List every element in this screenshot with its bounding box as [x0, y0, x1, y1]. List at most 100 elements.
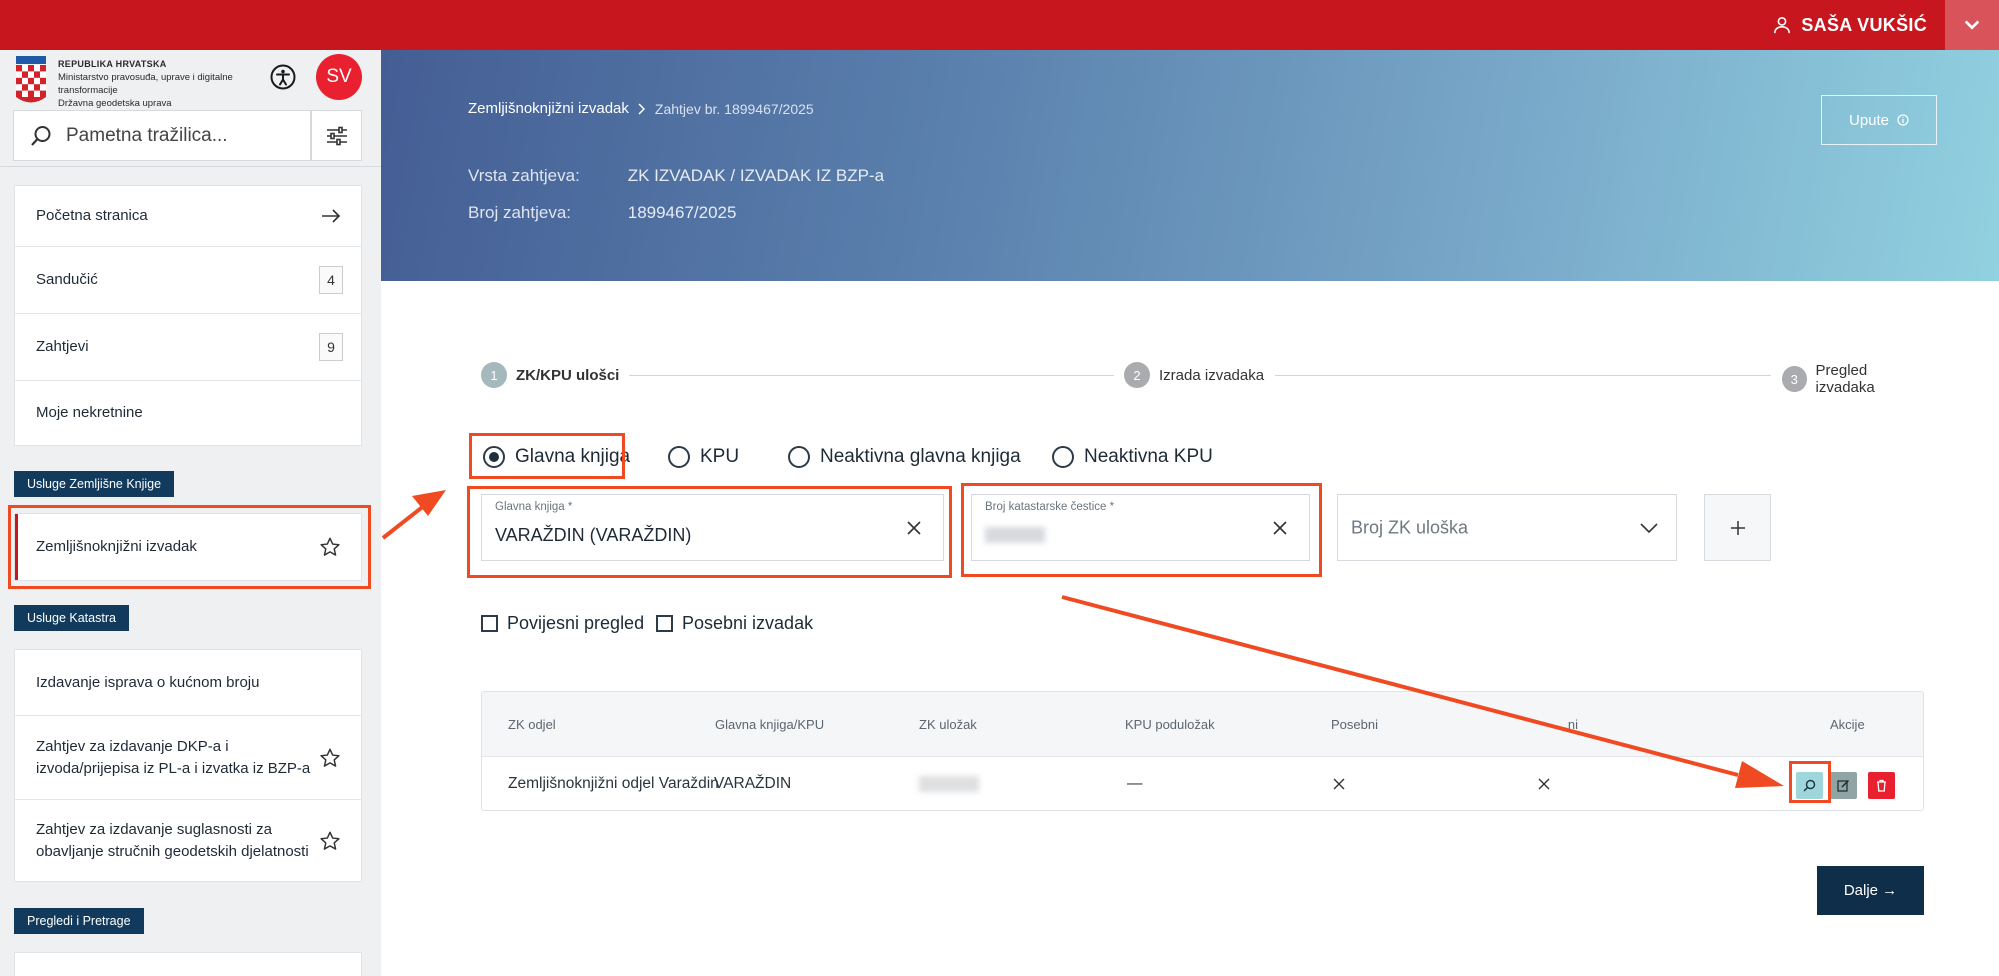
stepper-line: [624, 375, 1114, 376]
nav-katastar: Izdavanje isprava o kućnom broju Zahtjev…: [14, 649, 362, 882]
radio-neaktivna-kpu[interactable]: Neaktivna KPU: [1052, 446, 1213, 468]
close-icon[interactable]: [1273, 520, 1287, 535]
step-number: 1: [481, 362, 507, 388]
step-label: Pregled izvadaka: [1815, 362, 1875, 396]
nav-item-label: Zahtjevi: [36, 338, 89, 355]
next-button[interactable]: Dalje →: [1817, 866, 1924, 915]
info-value: ZK IZVADAK / IZVADAK IZ BZP-a: [627, 166, 885, 185]
search-box[interactable]: [13, 110, 311, 161]
checkbox-povijesni-pregled[interactable]: Povijesni pregled: [481, 613, 644, 634]
radio-label: KPU: [700, 446, 740, 467]
chevron-down-icon: [1964, 20, 1980, 30]
add-button[interactable]: [1704, 494, 1771, 561]
radio-neaktivna-glavna-knjiga[interactable]: Neaktivna glavna knjiga: [788, 446, 1021, 468]
breadcrumb-current: Zahtjev br. 1899467/2025: [654, 100, 814, 117]
ulosci-table: ZK odjel Glavna knjiga/KPU ZK uložak KPU…: [481, 691, 1924, 811]
nav-item-label: Izdavanje isprava o kućnom broju: [36, 673, 260, 691]
user-name: SAŠA VUKŠIĆ: [1801, 14, 1927, 35]
nav-main: Početna stranica Sandučić 4 Zahtjevi 9 M…: [14, 185, 362, 446]
katastarska-cestica-field[interactable]: Broj katastarske čestice *: [971, 494, 1310, 561]
glavna-knjiga-field[interactable]: Glavna knjiga * VARAŽDIN (VARAŽDIN): [481, 494, 944, 561]
avatar[interactable]: SV: [316, 54, 362, 100]
nav-zk: Zemljišnoknjižni izvadak: [14, 513, 362, 581]
brand-line-2: Ministarstvo pravosuđa, uprave i digital…: [58, 72, 233, 96]
page-header: Zemljišnoknjižni izvadak Zahtjev br. 189…: [381, 50, 1999, 281]
stepper: 1 ZK/KPU ulošci 2 Izrada izvadaka 3 Preg…: [481, 362, 1924, 396]
upute-button[interactable]: Upute: [1821, 95, 1937, 145]
close-icon: [1333, 778, 1345, 790]
count-badge: 4: [319, 266, 343, 294]
breadcrumb-root[interactable]: Zemljišnoknjižni izvadak: [468, 100, 629, 117]
section-label-zk: Usluge Zemljišne Knjige: [14, 471, 175, 497]
table-row: Zemljišnoknjižni odjel Varaždin VARAŽDIN…: [482, 757, 1923, 810]
radio-label: Neaktivna glavna knjiga: [820, 446, 1021, 467]
radio-circle: [668, 446, 690, 468]
field-label: Glavna knjiga *: [495, 501, 573, 513]
td-glavna-knjiga: VARAŽDIN: [714, 775, 792, 792]
checkbox-posebni-izvadak[interactable]: Posebni izvadak: [656, 613, 813, 634]
step-number: 3: [1782, 366, 1807, 392]
radio-glavna-knjiga[interactable]: Glavna knjiga: [483, 446, 630, 468]
breadcrumb: Zemljišnoknjižni izvadak Zahtjev br. 189…: [468, 100, 814, 117]
th-kpu-podulozak: KPU poduložak: [1125, 717, 1215, 732]
sliders-icon: [326, 126, 347, 145]
zk-ulozak-select[interactable]: Broj ZK uloška: [1337, 494, 1677, 561]
star-icon[interactable]: [319, 747, 341, 769]
close-icon: [1538, 778, 1550, 790]
th-povijesni: ...ni: [1557, 717, 1578, 732]
stepper-line: [1275, 375, 1771, 376]
chevron-right-icon: [638, 102, 645, 115]
step-label: ZK/KPU ulošci: [516, 366, 620, 384]
coat-of-arms-icon: [16, 56, 46, 103]
view-button[interactable]: [1796, 772, 1823, 799]
search-input[interactable]: [66, 124, 296, 147]
info-broj: Broj zahtjeva: 1899467/2025: [468, 203, 736, 223]
field-value: VARAŽDIN (VARAŽDIN): [495, 525, 692, 545]
user-dropdown-toggle[interactable]: [1945, 0, 1999, 50]
edit-icon: [1837, 779, 1850, 792]
nav-item-label: Sandučić: [36, 271, 98, 288]
step-3: 3 Pregled izvadaka: [1772, 362, 1924, 396]
section-label-pregledi: Pregledi i Pretrage: [14, 908, 144, 934]
brand-line-1: REPUBLIKA HRVATSKA: [58, 59, 167, 69]
radio-kpu[interactable]: KPU: [668, 446, 739, 468]
brand-text: REPUBLIKA HRVATSKA Ministarstvo pravosuđ…: [58, 58, 273, 110]
td-zk-ulozak: [919, 757, 979, 810]
edit-button[interactable]: [1830, 772, 1857, 799]
radio-label: Neaktivna KPU: [1084, 446, 1213, 467]
nav-item-label: Moje nekretnine: [36, 404, 143, 421]
nav-item-pocetna[interactable]: Početna stranica: [15, 186, 361, 247]
redacted-value: [985, 527, 1045, 543]
star-icon[interactable]: [319, 536, 341, 558]
td-zk-odjel: Zemljišnoknjižni odjel Varaždin: [508, 775, 719, 792]
radio-circle: [483, 446, 505, 468]
nav-item-zk-izvadak[interactable]: Zemljišnoknjižni izvadak: [15, 514, 361, 580]
brand-block: REPUBLIKA HRVATSKA Ministarstvo pravosuđ…: [14, 56, 364, 110]
delete-button[interactable]: [1868, 772, 1895, 799]
nav-item-moje-nekretnine[interactable]: Moje nekretnine: [15, 381, 361, 445]
close-icon[interactable]: [907, 520, 921, 535]
user-menu[interactable]: SAŠA VUKŠIĆ: [1773, 0, 1927, 50]
radio-label: Glavna knjiga: [515, 446, 631, 467]
td-povijesni: [1538, 757, 1550, 810]
filter-button[interactable]: [311, 110, 362, 161]
nav-item-sanducic[interactable]: Sandučić 4: [15, 247, 361, 314]
arrow-right-icon: [322, 209, 341, 223]
accessibility-icon[interactable]: [270, 64, 296, 90]
th-zk-ulozak: ZK uložak: [919, 717, 977, 732]
info-value: 1899467/2025: [627, 203, 737, 222]
count-badge: 9: [319, 333, 343, 361]
step-1: 1 ZK/KPU ulošci: [481, 362, 630, 388]
th-posebni: Posebni: [1331, 717, 1378, 732]
step-number: 2: [1124, 362, 1150, 388]
checkbox-box: [481, 615, 498, 632]
nav-item-kucni-broj[interactable]: Izdavanje isprava o kućnom broju: [15, 650, 361, 716]
search-icon: [31, 125, 51, 146]
info-icon: [1897, 114, 1909, 126]
radio-circle: [788, 446, 810, 468]
nav-item-dkp[interactable]: Zahtjev za izdavanje DKP-a i izvoda/prij…: [15, 716, 361, 800]
nav-item-zahtjevi[interactable]: Zahtjevi 9: [15, 314, 361, 381]
user-icon: [1774, 16, 1791, 34]
nav-item-suglasnost[interactable]: Zahtjev za izdavanje suglasnosti za obav…: [15, 800, 361, 881]
star-icon[interactable]: [319, 830, 341, 852]
